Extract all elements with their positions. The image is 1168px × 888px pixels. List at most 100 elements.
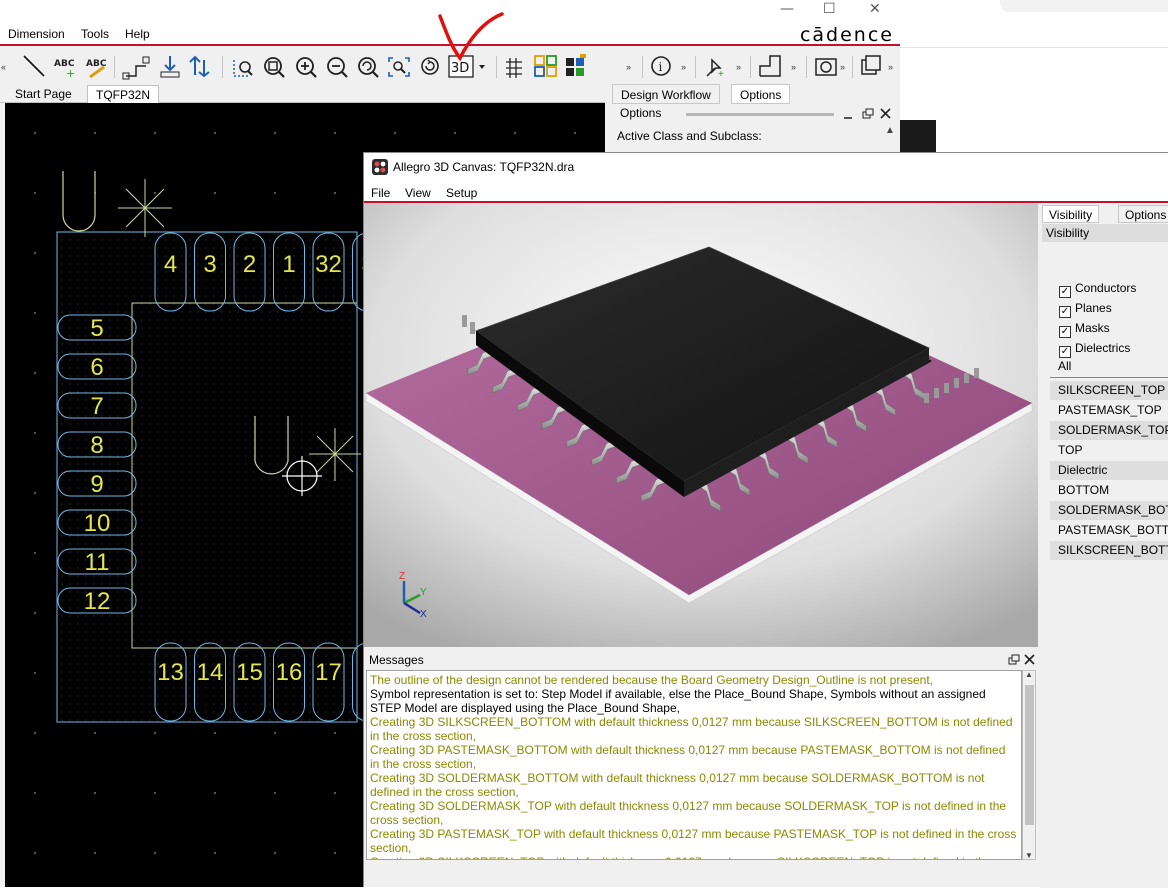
layer-item[interactable]: SOLDERMASK_BOTTOM (1050, 501, 1168, 520)
message-line: Creating 3D PASTEMASK_TOP with default t… (370, 827, 1017, 855)
message-line: Creating 3D SILKSCREEN_BOTTOM with defau… (370, 715, 1013, 743)
message-line: Creating 3D PASTEMASK_BOTTOM with defaul… (370, 743, 1006, 771)
move-down-icon[interactable] (189, 55, 210, 78)
checkbox-label: Planes (1075, 301, 1112, 315)
layer-item[interactable]: BOTTOM (1050, 481, 1168, 500)
scroll-up-arrow-icon[interactable]: ▲ (1025, 670, 1033, 679)
close-button[interactable]: ✕ (869, 1, 881, 17)
lead-3d-back (974, 368, 979, 378)
layer-item[interactable]: SOLDERMASK_TOP (1050, 421, 1168, 440)
pin-number: 7 (90, 393, 103, 420)
checkbox-conductors[interactable]: ✓ Conductors (1059, 281, 1136, 298)
move-up-icon[interactable] (160, 56, 180, 78)
zoom-in-icon[interactable] (296, 57, 317, 78)
3d-viewport[interactable]: Z Y X (364, 203, 1038, 647)
pin-number: 17 (315, 659, 342, 686)
menu-help[interactable]: Help (125, 27, 150, 41)
layer-item[interactable]: SILKSCREEN_TOP (1050, 381, 1168, 400)
pin-number: 2 (243, 251, 256, 278)
message-line: Creating 3D SOLDERMASK_BOTTOM with defau… (370, 771, 985, 799)
zoom-selection-icon[interactable] (388, 57, 410, 77)
camera-icon[interactable] (815, 58, 837, 76)
checkbox-masks[interactable]: ✓ Masks (1059, 321, 1110, 338)
scroll-up-icon[interactable]: ▲ (885, 125, 895, 136)
tab-visibility-options[interactable]: Options (1118, 205, 1168, 223)
maximize-button[interactable]: ☐ (823, 1, 836, 17)
zoom-out-icon[interactable] (327, 57, 348, 78)
layer-item[interactable]: Dielectric (1050, 461, 1168, 480)
pin-number: 15 (236, 659, 263, 686)
pin-number: 3 (203, 251, 216, 278)
minimize-button[interactable]: — (780, 1, 794, 17)
messages-float-icon[interactable] (1008, 654, 1020, 665)
messages-close-icon[interactable] (1024, 654, 1035, 665)
side-panel-tabs: Design Workflow Options (612, 84, 900, 104)
allegro-3d-canvas-window: Allegro 3D Canvas: TQFP32N.dra File View… (363, 152, 1168, 888)
text-add-icon[interactable]: ABC + (54, 59, 75, 80)
options-float-icon[interactable] (862, 108, 874, 119)
lead-3d-back (470, 322, 475, 334)
tab-options[interactable]: Options (731, 84, 791, 104)
layer-item[interactable]: SILKSCREEN_BOTTOM (1050, 541, 1168, 560)
svg-text:»: » (791, 62, 796, 72)
pin-icon[interactable]: + (706, 58, 724, 80)
text-edit-icon[interactable]: ABC (86, 59, 107, 79)
layer-icon[interactable] (566, 54, 586, 76)
checkbox-icon[interactable]: ✓ (1059, 286, 1071, 298)
background-tab-strip (1000, 0, 1168, 12)
stretch-icon[interactable] (122, 56, 150, 80)
checkbox-icon[interactable]: ✓ (1059, 306, 1071, 318)
scroll-thumb[interactable] (1025, 685, 1034, 825)
zoom-window-icon[interactable] (233, 60, 253, 77)
pin-number: 10 (84, 510, 111, 537)
window-icon[interactable] (861, 55, 881, 75)
svg-text:i: i (659, 60, 663, 74)
messages-scrollbar[interactable]: ▲ ▼ (1022, 670, 1036, 860)
layer-item[interactable]: TOP (1050, 441, 1168, 460)
scroll-down-arrow-icon[interactable]: ▼ (1025, 851, 1033, 860)
step-icon[interactable] (759, 55, 781, 77)
options-close-icon[interactable] (880, 108, 891, 119)
layer-item[interactable]: PASTEMASK_TOP (1050, 401, 1168, 420)
menu-file[interactable]: File (371, 186, 390, 200)
zoom-previous-icon[interactable] (358, 57, 379, 78)
svg-text:»: » (888, 62, 893, 72)
pin-number: 32 (315, 251, 342, 278)
axis-z-label: Z (399, 571, 405, 582)
pin-number: 13 (157, 659, 184, 686)
message-line: Symbol representation is set to: Step Mo… (370, 687, 986, 715)
tab-design-workflow[interactable]: Design Workflow (612, 84, 720, 104)
visibility-header: Visibility (1042, 224, 1168, 242)
checkbox-planes[interactable]: ✓ Planes (1059, 301, 1112, 318)
info-icon[interactable]: i (651, 56, 671, 76)
menu-tools[interactable]: Tools (81, 27, 109, 41)
refresh-icon[interactable] (421, 57, 439, 75)
checkbox-icon[interactable]: ✓ (1059, 326, 1071, 338)
grid-icon[interactable] (506, 58, 522, 78)
messages-title: Messages (369, 653, 424, 667)
checkbox-dielectrics[interactable]: ✓ Dielectrics (1059, 341, 1130, 358)
3d-scene: Z Y X (364, 203, 1038, 647)
tab-start-page[interactable]: Start Page (7, 85, 80, 103)
axis-y-label: Y (420, 587, 427, 598)
tab-tqfp32n[interactable]: TQFP32N (87, 85, 160, 103)
checkbox-icon[interactable]: ✓ (1059, 346, 1071, 358)
messages-log[interactable]: The outline of the design cannot be rend… (366, 670, 1022, 860)
lead-3d-back (934, 388, 939, 398)
3d-button-label: 3D (451, 61, 469, 76)
color-icon[interactable] (534, 55, 557, 77)
menu-setup[interactable]: Setup (446, 186, 477, 200)
all-label[interactable]: All (1058, 359, 1071, 373)
pin-number: 14 (197, 659, 224, 686)
menu-dimension[interactable]: Dimension (8, 27, 65, 41)
line-icon[interactable] (23, 55, 45, 77)
3d-view-button[interactable]: 3D (448, 55, 485, 78)
layer-item[interactable]: PASTEMASK_BOTTOM (1050, 521, 1168, 540)
zoom-fit-icon[interactable] (264, 57, 285, 78)
svg-text:«: « (1, 62, 6, 72)
title-bar: — ☐ ✕ (0, 0, 900, 22)
menu-view[interactable]: View (405, 186, 431, 200)
tab-visibility[interactable]: Visibility (1042, 205, 1100, 223)
svg-text:»: » (626, 62, 631, 72)
options-title-rule (686, 113, 834, 116)
